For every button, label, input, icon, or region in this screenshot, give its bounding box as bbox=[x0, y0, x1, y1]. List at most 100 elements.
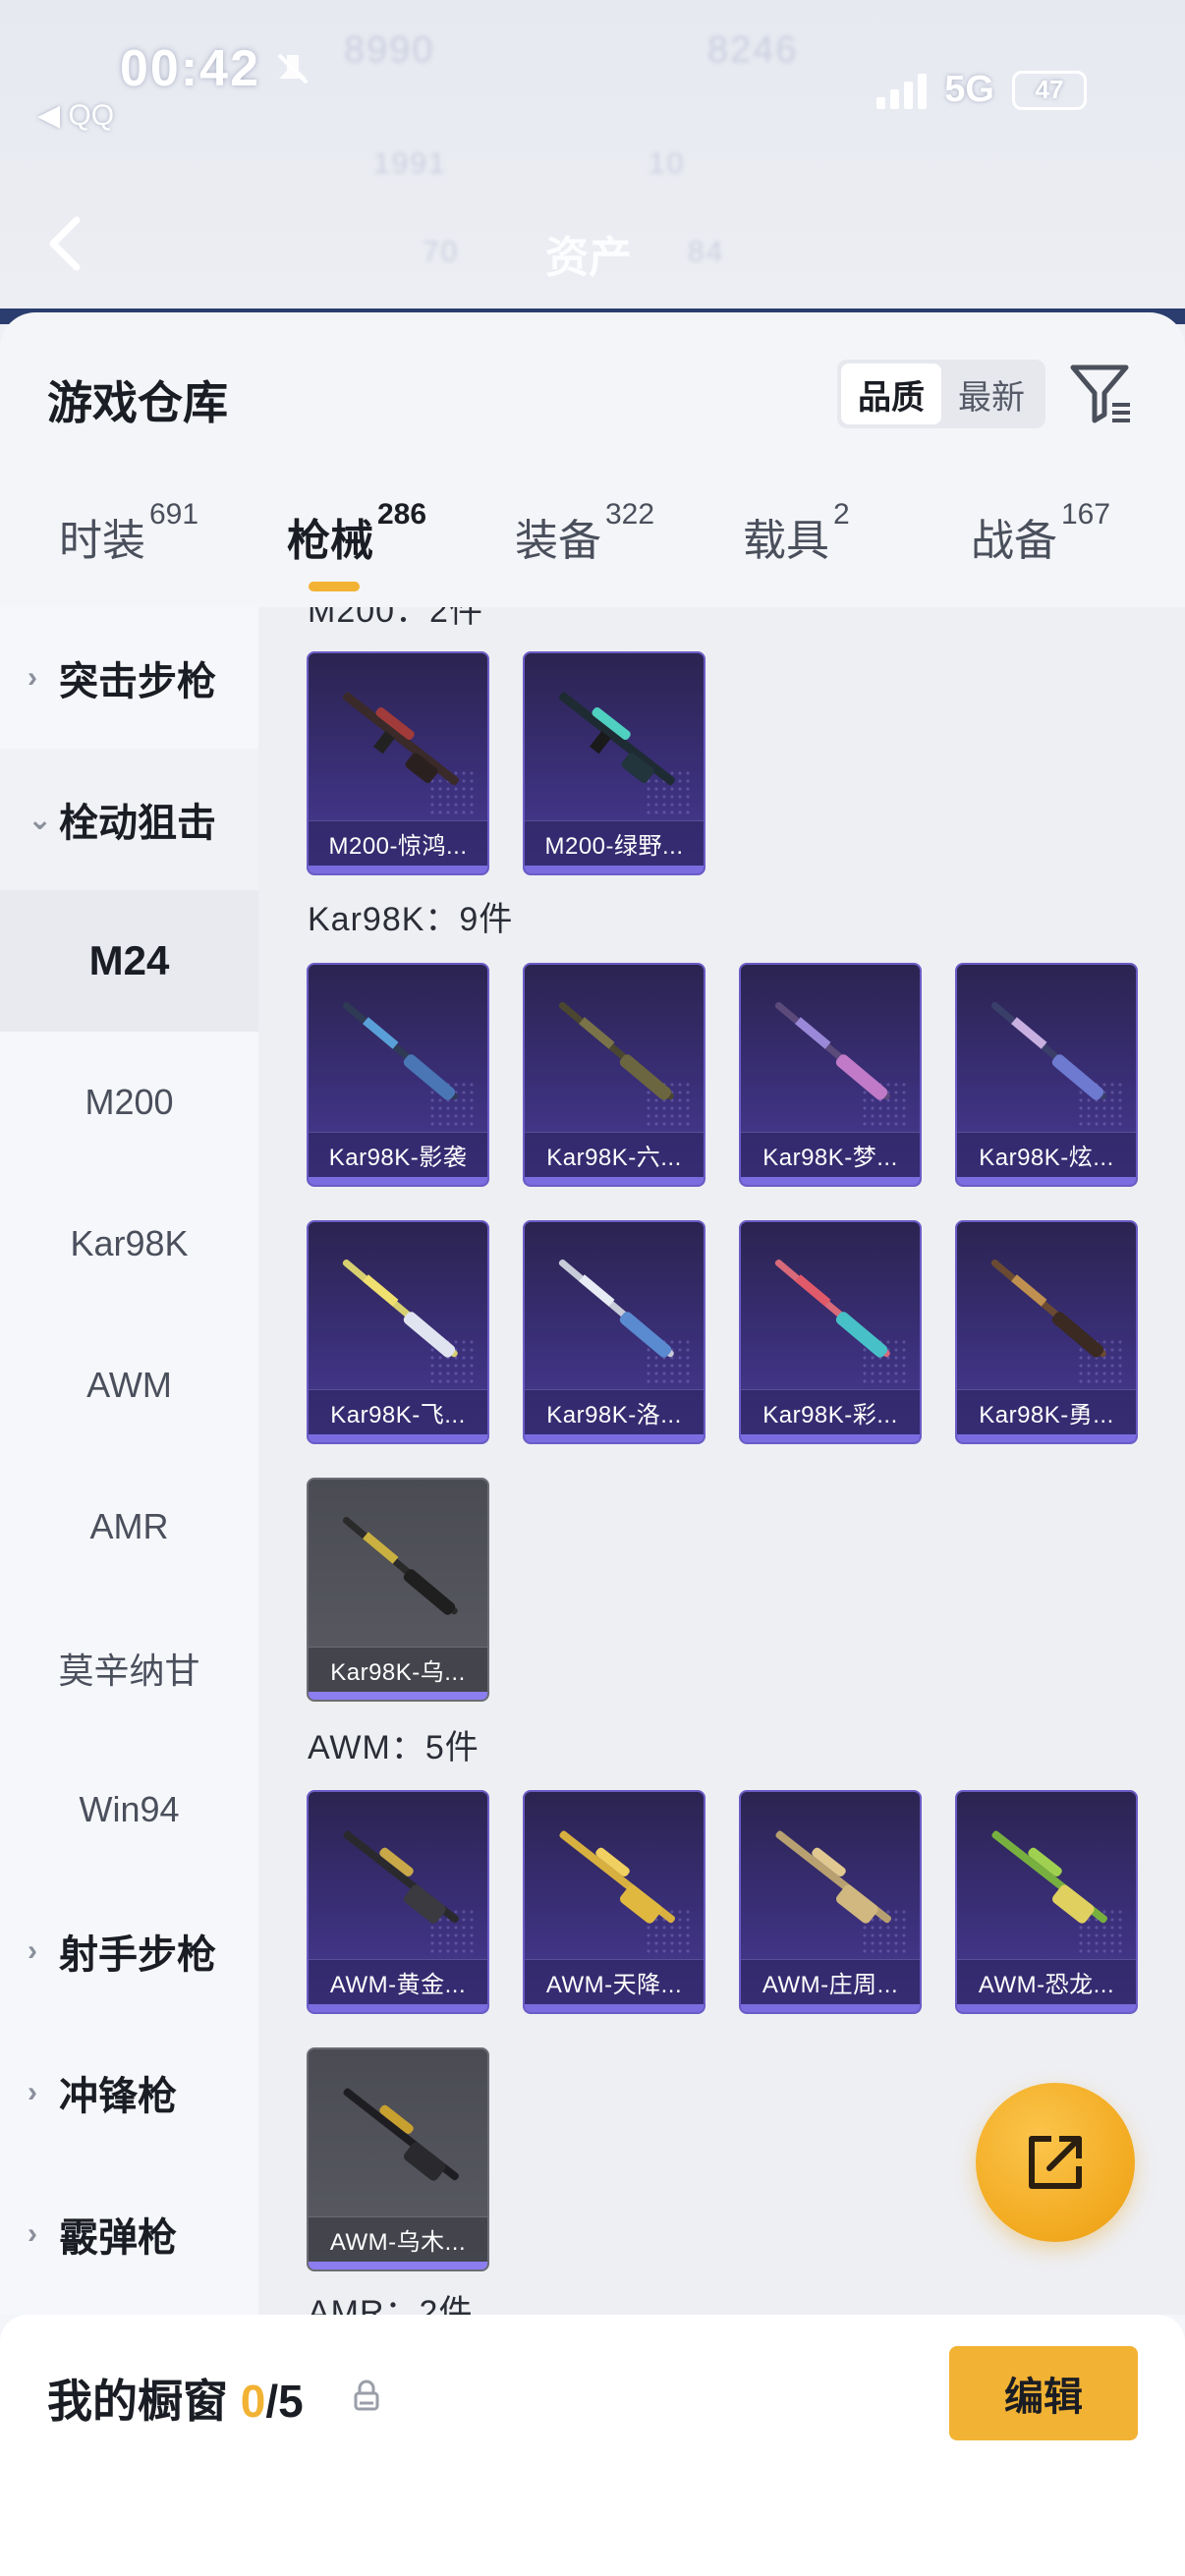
sniper-rifle-icon bbox=[343, 1830, 460, 1924]
share-button[interactable] bbox=[976, 2083, 1135, 2242]
category-smg[interactable]: › 冲锋枪 bbox=[0, 2022, 258, 2163]
showcase-used-count: 0 bbox=[240, 2376, 266, 2427]
subcategory-mosin[interactable]: 莫辛纳甘 bbox=[0, 1597, 258, 1739]
subcategory-label: 莫辛纳甘 bbox=[58, 1651, 200, 1691]
subcategory-m24[interactable]: M24 bbox=[0, 890, 258, 1032]
chevron-right-icon: › bbox=[28, 661, 37, 694]
weapon-card[interactable]: AWM-天降... bbox=[523, 1790, 705, 2014]
weapon-grid: M200：2件 M200-惊鸿... M200-绿野... Kar98K：9件 … bbox=[258, 607, 1185, 2315]
subcategory-amr[interactable]: AMR bbox=[0, 1456, 258, 1597]
showcase-bar: 我的橱窗 0/5 编辑 bbox=[0, 2315, 1185, 2576]
section-title-amr: AMR：2件 bbox=[308, 2294, 474, 2315]
weapon-card[interactable]: AWM-恐龙... bbox=[955, 1790, 1138, 2014]
weapon-card[interactable]: M200-绿野... bbox=[523, 651, 705, 875]
rarity-bar bbox=[525, 2004, 704, 2012]
showcase-title: 我的橱窗 bbox=[47, 2376, 228, 2427]
weapon-name: Kar98K-飞... bbox=[309, 1389, 487, 1434]
category-label: 冲锋枪 bbox=[59, 2075, 177, 2118]
back-to-app-link[interactable]: ◀ QQ bbox=[37, 98, 114, 133]
sort-quality-button[interactable]: 品质 bbox=[841, 364, 941, 424]
mute-icon bbox=[277, 53, 309, 84]
bolt-rifle-icon bbox=[990, 1259, 1106, 1358]
sniper-rifle-icon bbox=[343, 2088, 460, 2181]
weapon-name: AWM-天降... bbox=[525, 1959, 704, 2004]
section-title-m200: M200：2件 bbox=[308, 607, 483, 630]
tab-supplies[interactable]: 战备167 bbox=[971, 498, 1110, 568]
weapon-name: Kar98K-影袭 bbox=[309, 1132, 487, 1177]
sniper-rifle-icon bbox=[559, 1830, 676, 1924]
bolt-rifle-icon bbox=[558, 1001, 674, 1100]
rarity-bar bbox=[957, 2004, 1136, 2012]
tab-vehicles[interactable]: 载具2 bbox=[743, 498, 850, 568]
section-title-awm: AWM：5件 bbox=[308, 1729, 480, 1766]
weapon-card[interactable]: Kar98K-影袭 bbox=[307, 963, 489, 1187]
weapon-card[interactable]: AWM-黄金... bbox=[307, 1790, 489, 2014]
sort-toggle: 品质 最新 bbox=[837, 360, 1045, 428]
rarity-bar bbox=[309, 2004, 487, 2012]
tab-guns[interactable]: 枪械286 bbox=[287, 498, 426, 568]
bolt-rifle-icon bbox=[558, 1259, 674, 1358]
tab-count: 322 bbox=[605, 498, 655, 532]
weapon-card[interactable]: Kar98K-勇... bbox=[955, 1220, 1138, 1444]
edit-button[interactable]: 编辑 bbox=[949, 2346, 1138, 2440]
rarity-bar bbox=[741, 1177, 920, 1185]
battery-level: 47 bbox=[1035, 75, 1064, 104]
page-title: 资产 bbox=[545, 234, 632, 282]
sort-newest-button[interactable]: 最新 bbox=[941, 364, 1042, 424]
rarity-bar bbox=[309, 866, 487, 873]
weapon-name: AWM-乌木... bbox=[309, 2216, 487, 2262]
subcategory-kar98k[interactable]: Kar98K bbox=[0, 1173, 258, 1315]
tab-label: 时装 bbox=[59, 517, 145, 565]
back-arrow-icon[interactable] bbox=[45, 214, 85, 273]
sniper-rifle-icon bbox=[558, 692, 676, 786]
category-shotgun[interactable]: › 霰弹枪 bbox=[0, 2163, 258, 2305]
rarity-bar bbox=[309, 1692, 487, 1700]
rarity-bar bbox=[525, 866, 704, 873]
weapon-name: Kar98K-勇... bbox=[957, 1389, 1136, 1434]
weapon-name: Kar98K-乌... bbox=[309, 1647, 487, 1692]
tab-count: 167 bbox=[1061, 498, 1111, 532]
weapon-card[interactable]: Kar98K-六... bbox=[523, 963, 705, 1187]
category-bolt-sniper[interactable]: ⌄ 栓动狙击 bbox=[0, 749, 258, 890]
weapon-name: Kar98K-炫... bbox=[957, 1132, 1136, 1177]
weapon-card[interactable]: M200-惊鸿... bbox=[307, 651, 489, 875]
subcategory-label: Kar98K bbox=[70, 1223, 189, 1263]
sniper-rifle-icon bbox=[342, 692, 460, 786]
tab-count: 2 bbox=[833, 498, 850, 532]
tab-outfits[interactable]: 时装691 bbox=[59, 498, 198, 568]
status-time: 00:42 bbox=[120, 40, 260, 97]
tab-label: 装备 bbox=[515, 517, 601, 565]
signal-icon bbox=[876, 72, 928, 109]
weapon-card[interactable]: Kar98K-乌... bbox=[307, 1478, 489, 1702]
tab-equipment[interactable]: 装备322 bbox=[515, 498, 654, 568]
subcategory-awm[interactable]: AWM bbox=[0, 1315, 258, 1456]
rarity-bar bbox=[741, 2004, 920, 2012]
weapon-card[interactable]: AWM-庄周... bbox=[739, 1790, 922, 2014]
chevron-right-icon: › bbox=[28, 1934, 37, 1967]
bolt-rifle-icon bbox=[342, 1516, 458, 1615]
category-label: 突击步枪 bbox=[59, 660, 216, 703]
category-label: 栓动狙击 bbox=[59, 802, 216, 845]
lock-icon bbox=[354, 2380, 379, 2411]
filter-icon[interactable] bbox=[1069, 362, 1134, 426]
battery-icon: 47 bbox=[1012, 70, 1087, 110]
weapon-card[interactable]: Kar98K-洛... bbox=[523, 1220, 705, 1444]
subcategory-m200[interactable]: M200 bbox=[0, 1032, 258, 1173]
category-assault-rifle[interactable]: › 突击步枪 bbox=[0, 607, 258, 749]
category-dmr[interactable]: › 射手步枪 bbox=[0, 1880, 258, 2022]
rarity-bar bbox=[525, 1434, 704, 1442]
subcategory-label: AMR bbox=[89, 1506, 169, 1546]
section-title-kar98k: Kar98K：9件 bbox=[308, 901, 514, 938]
subcategory-label: M24 bbox=[88, 937, 170, 983]
weapon-card[interactable]: Kar98K-彩... bbox=[739, 1220, 922, 1444]
weapon-card[interactable]: AWM-乌木... bbox=[307, 2047, 489, 2271]
weapon-name: Kar98K-六... bbox=[525, 1132, 704, 1177]
warehouse-sheet: 游戏仓库 品质 最新 时装691 枪械286 装备322 载具2 战备167 ›… bbox=[0, 312, 1185, 2576]
subcategory-win94[interactable]: Win94 bbox=[0, 1739, 258, 1880]
weapon-card[interactable]: Kar98K-炫... bbox=[955, 963, 1138, 1187]
weapon-card[interactable]: Kar98K-梦... bbox=[739, 963, 922, 1187]
showcase-title-row: 我的橱窗 0/5 bbox=[47, 2366, 304, 2431]
category-label: 霰弹枪 bbox=[59, 2216, 177, 2260]
weapon-card[interactable]: Kar98K-飞... bbox=[307, 1220, 489, 1444]
blurred-text: 10 bbox=[649, 147, 686, 180]
